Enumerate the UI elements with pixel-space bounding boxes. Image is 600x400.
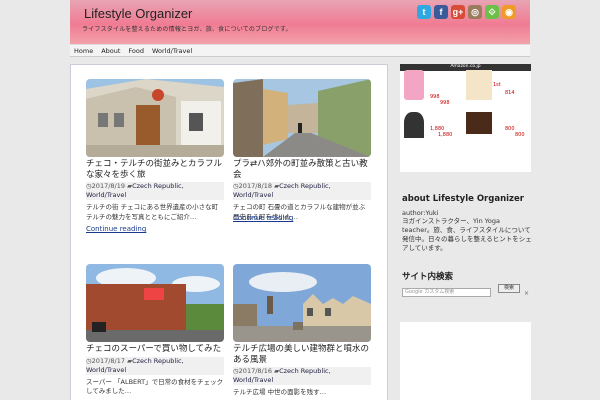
post-meta: ◷2017/8/18 ▰Czech Republic, World/Travel (233, 182, 371, 200)
post-thumbnail[interactable] (86, 264, 224, 342)
ad-product-image[interactable] (404, 70, 424, 100)
ad-price: 814 (505, 90, 515, 96)
amazon-ad-widget[interactable]: Amazon.co.jp 998 998 1st 814 1,880 1,880… (400, 64, 531, 172)
site-title[interactable]: Lifestyle Organizer (84, 6, 192, 21)
post-card: テルチ広場の美しい建物群と噴水のある風景 ◷2017/8/16 ▰Czech R… (233, 264, 371, 398)
feedly-icon[interactable]: ⟐ (485, 5, 499, 19)
post-title[interactable]: チェコのスーパーで買い物してみた (86, 344, 224, 355)
continue-reading-link[interactable]: Continue reading (86, 225, 146, 233)
post-excerpt: テルチ広場 中世の面影を残す… (233, 388, 327, 396)
main-nav: Home About Food World/Travel (70, 44, 530, 57)
twitter-icon[interactable]: t (417, 5, 431, 19)
social-icons: t f g+ ◎ ⟐ ◉ (417, 5, 516, 19)
sidebar: Amazon.co.jp 998 998 1st 814 1,880 1,880… (400, 64, 532, 400)
post-excerpt: テルチの街 チェコにある世界遺産の小さな町テルチの魅力を写真とともにご紹介… (86, 203, 219, 221)
post-meta: ◷2017/8/17 ▰Czech Republic, World/Travel (86, 356, 224, 375)
post-date: 2017/8/19 (91, 182, 126, 190)
post-list: チェコ・テルチの街並みとカラフルな家々を歩く旅 ◷2017/8/19 ▰Czec… (70, 64, 388, 400)
nav-food[interactable]: Food (124, 45, 148, 56)
instagram-icon[interactable]: ◎ (468, 5, 482, 19)
ad-price: 800 (505, 126, 515, 132)
site-description: ライフスタイルを整えるための情報とヨガ、旅、食についてのブログです。 (82, 26, 292, 33)
search-button[interactable]: 検索 (498, 284, 520, 293)
post-thumbnail[interactable] (86, 79, 224, 157)
post-title[interactable]: テルチ広場の美しい建物群と噴水のある風景 (233, 344, 371, 365)
ad-product-image[interactable] (466, 112, 492, 134)
facebook-icon[interactable]: f (434, 5, 448, 19)
post-card: チェコ・テルチの街並みとカラフルな家々を歩く旅 ◷2017/8/19 ▰Czec… (86, 79, 224, 233)
post-title[interactable]: プラ⇄ハ郊外の町並み散策と古い教会 (233, 159, 371, 180)
post-card: チェコのスーパーで買い物してみた ◷2017/8/17 ▰Czech Repub… (86, 264, 224, 397)
ad-price: 1,880 (438, 132, 453, 138)
post-excerpt: スーパー 「ALBERT」で日常の食材をチェックしてみました… (86, 377, 224, 396)
post-title[interactable]: チェコ・テルチの街並みとカラフルな家々を歩く旅 (86, 159, 224, 180)
ad-price: 800 (515, 132, 525, 138)
ad-price: 998 (430, 94, 440, 100)
about-title: about Lifestyle Organizer (402, 194, 524, 204)
ad-product-image[interactable] (466, 70, 492, 100)
ad-product-image[interactable] (404, 112, 424, 138)
clear-icon[interactable]: × (524, 290, 529, 297)
post-card: プラ⇄ハ郊外の町並み散策と古い教会 ◷2017/8/18 ▰Czech Repu… (233, 79, 371, 222)
rss-icon[interactable]: ◉ (502, 5, 516, 19)
site-header: Lifestyle Organizer ライフスタイルを整えるための情報とヨガ、… (70, 0, 530, 44)
google-plus-icon[interactable]: g+ (451, 5, 465, 19)
sidebar-widget (400, 322, 531, 400)
ad-price: 1st (493, 82, 501, 88)
post-date: 2017/8/18 (238, 182, 273, 190)
post-meta: ◷2017/8/16 ▰Czech Republic, World/Travel (233, 367, 371, 385)
post-thumbnail[interactable] (233, 79, 371, 157)
ad-price: 998 (440, 100, 450, 106)
post-date: 2017/8/17 (91, 356, 126, 365)
post-date: 2017/8/16 (238, 367, 273, 375)
about-text: ヨガインストラクター、Yin Yoga teacher。旅、食、ライフスタイルに… (402, 217, 532, 252)
continue-reading-link[interactable]: Continue reading (233, 214, 293, 222)
post-thumbnail[interactable] (233, 264, 371, 342)
post-meta: ◷2017/8/19 ▰Czech Republic, World/Travel (86, 182, 224, 200)
nav-world-travel[interactable]: World/Travel (148, 45, 196, 56)
search-input[interactable]: Google カスタム検索 (402, 288, 491, 297)
nav-home[interactable]: Home (70, 45, 97, 56)
nav-about[interactable]: About (97, 45, 124, 56)
search-title: サイト内検索 (402, 272, 454, 282)
